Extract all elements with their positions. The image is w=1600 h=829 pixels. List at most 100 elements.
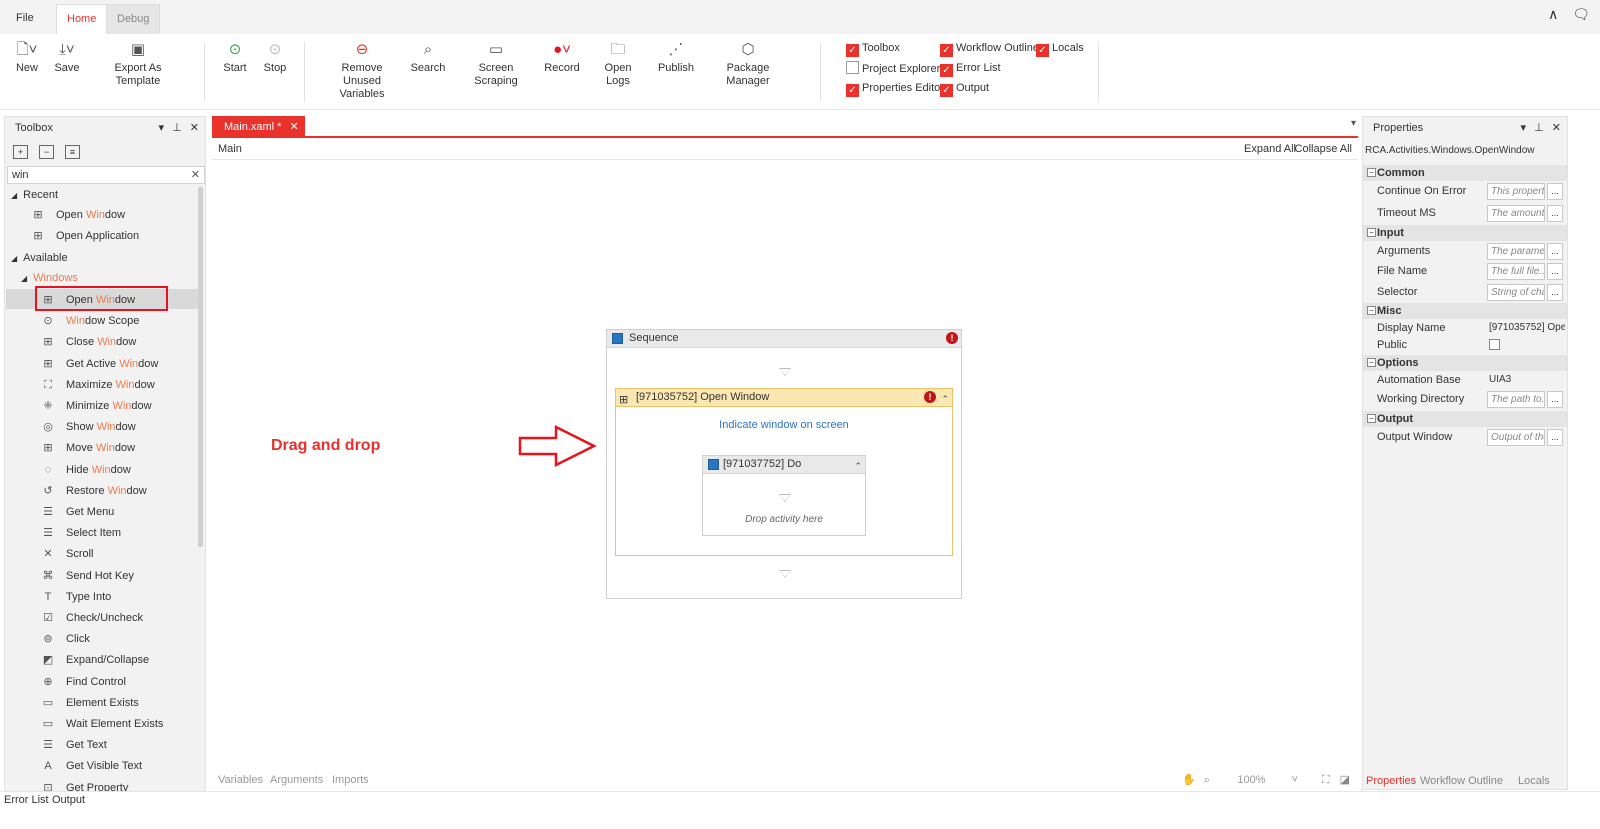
expand-all-icon[interactable]: +	[13, 145, 28, 159]
toolbox-checkbox[interactable]: ✓ Toolbox	[846, 41, 900, 57]
toolbox-item[interactable]: ☰ Get Text	[41, 735, 107, 755]
tree-node-available[interactable]: ◢ Available	[11, 248, 68, 268]
toolbox-item[interactable]: ✕ Scroll	[41, 544, 93, 564]
search-button[interactable]: ⌕ Search	[410, 40, 446, 75]
save-button[interactable]: ⤓˅ Save	[54, 40, 80, 75]
do-header[interactable]: [971037752] Do ⌃	[703, 456, 865, 474]
toolbox-scrollbar[interactable]	[198, 187, 203, 547]
project-explorer-checkbox[interactable]: Project Explorer	[846, 61, 940, 77]
new-button[interactable]: 🗋˅ New	[14, 40, 40, 75]
property-input[interactable]: The full file...	[1487, 263, 1545, 280]
record-button[interactable]: ●˅ Record	[544, 40, 580, 75]
zoom-select[interactable]: 100% ˅	[1237, 774, 1298, 786]
collapse-all-icon[interactable]: −	[39, 145, 54, 159]
ellipsis-button[interactable]: ...	[1547, 263, 1563, 280]
breadcrumb[interactable]: Main	[218, 143, 242, 155]
zoom-icon[interactable]: ⌕	[1204, 774, 1210, 786]
drop-point-icon[interactable]	[779, 368, 791, 376]
clear-search-icon[interactable]: ✕	[191, 167, 200, 183]
tab-debug[interactable]: Debug	[106, 4, 161, 34]
toolbox-item[interactable]: ☰ Get Menu	[41, 502, 114, 522]
toolbox-item[interactable]: ⊙ Window Scope	[41, 311, 139, 331]
toolbox-item[interactable]: ⁜ Minimize Window	[41, 396, 151, 416]
dropdown-icon[interactable]: ▾	[159, 122, 165, 134]
category-misc[interactable]: − Misc	[1363, 303, 1567, 319]
ellipsis-button[interactable]: ...	[1547, 183, 1563, 200]
ellipsis-button[interactable]: ...	[1547, 391, 1563, 408]
tab-locals[interactable]: Locals	[1518, 775, 1550, 787]
collapse-icon[interactable]: ⌃	[941, 391, 949, 408]
collapse-icon[interactable]: ⌃	[854, 458, 862, 475]
toolbox-item[interactable]: ☰ Select Item	[41, 523, 121, 543]
remove-unused-variables-button[interactable]: ⊖ Remove Unused Variables	[324, 40, 400, 101]
pin-icon[interactable]: ⊥	[172, 122, 182, 134]
tab-properties[interactable]: Properties	[1366, 775, 1416, 787]
property-input[interactable]: The path to...	[1487, 391, 1545, 408]
start-button[interactable]: ⊙ Start	[222, 40, 248, 75]
toolbox-item[interactable]: ⊞ Get Active Window	[41, 354, 158, 374]
output-checkbox[interactable]: ✓ Output	[940, 81, 989, 97]
open-window-header[interactable]: ⊞ [971035752] Open Window ! ⌃	[616, 389, 952, 407]
tab-overflow-icon[interactable]: ▾	[1351, 118, 1356, 129]
property-input[interactable]: String of characters...	[1487, 284, 1545, 301]
toolbox-search-input[interactable]: win ✕	[7, 166, 205, 184]
screen-scraping-button[interactable]: ▭ Screen Scraping	[458, 40, 534, 88]
publish-button[interactable]: ⋰ Publish	[656, 40, 696, 75]
toolbox-item[interactable]: ▭ Wait Element Exists	[41, 714, 164, 734]
toolbox-item[interactable]: ☑ Check/Uncheck	[41, 608, 143, 628]
property-input[interactable]: UIA3	[1489, 374, 1565, 385]
drop-point-icon[interactable]	[779, 570, 791, 578]
toolbox-item[interactable]: ⌘ Send Hot Key	[41, 566, 134, 586]
toolbox-item[interactable]: ⊞ Open Application	[31, 226, 139, 246]
sequence-header[interactable]: Sequence !	[607, 330, 961, 348]
toolbox-item[interactable]: ◌ Hide Window	[41, 460, 131, 480]
toolbox-item[interactable]: ⊞ Move Window	[41, 438, 135, 458]
ellipsis-button[interactable]: ...	[1547, 429, 1563, 446]
property-input[interactable]: The amount...	[1487, 205, 1545, 222]
tab-home[interactable]: Home	[56, 4, 108, 34]
ellipsis-button[interactable]: ...	[1547, 205, 1563, 222]
public-checkbox[interactable]	[1489, 339, 1500, 350]
toolbox-item[interactable]: T Type Into	[41, 587, 112, 607]
toolbox-item[interactable]: A Get Visible Text	[41, 756, 142, 776]
tab-variables[interactable]: Variables	[218, 774, 263, 786]
close-tab-icon[interactable]: ✕	[289, 121, 298, 133]
open-logs-button[interactable]: 🗀 Open Logs	[592, 40, 644, 88]
toolbox-item[interactable]: ⛶ Maximize Window	[41, 375, 155, 395]
indicate-window-link[interactable]: Indicate window on screen	[616, 419, 952, 431]
package-manager-button[interactable]: ⬡ Package Manager	[706, 40, 790, 88]
do-activity[interactable]: [971037752] Do ⌃ Drop activity here	[702, 455, 866, 536]
pin-icon[interactable]: ⊥	[1534, 122, 1544, 134]
toolbox-item[interactable]: ⊞ Close Window	[41, 332, 136, 352]
toolbox-item[interactable]: ↺ Restore Window	[41, 481, 146, 501]
close-icon[interactable]: ✕	[190, 122, 199, 134]
tab-main-xaml[interactable]: Main.xaml * ✕	[212, 116, 305, 138]
list-view-icon[interactable]: ≡	[65, 145, 80, 159]
error-icon[interactable]: !	[946, 332, 958, 344]
toolbox-item[interactable]: ◩ Expand/Collapse	[41, 650, 149, 670]
toolbox-item[interactable]: ⊞ Open Window	[31, 205, 125, 225]
tab-file[interactable]: File	[6, 4, 44, 34]
error-icon[interactable]: !	[924, 391, 936, 403]
designer-canvas[interactable]: Drag and drop Sequence ! ⊞ [971035752] O…	[212, 161, 1358, 773]
category-options[interactable]: − Options	[1363, 355, 1567, 371]
property-input[interactable]: Output of the...	[1487, 429, 1545, 446]
collapse-all-link[interactable]: Collapse All	[1295, 143, 1352, 155]
notification-icon[interactable]: 🗨	[1572, 6, 1590, 22]
ellipsis-button[interactable]: ...	[1547, 243, 1563, 260]
tab-output[interactable]: Output	[52, 794, 85, 806]
expand-all-link[interactable]: Expand All	[1244, 143, 1296, 155]
collapse-ribbon-icon[interactable]: ∧	[1548, 6, 1558, 22]
category-output[interactable]: − Output	[1363, 411, 1567, 427]
property-input[interactable]: This property...	[1487, 183, 1545, 200]
error-list-checkbox[interactable]: ✓ Error List	[940, 61, 1001, 77]
locals-checkbox[interactable]: ✓ Locals	[1036, 41, 1084, 57]
tab-arguments[interactable]: Arguments	[270, 774, 323, 786]
category-common[interactable]: − Common	[1363, 165, 1567, 181]
toolbox-item[interactable]: ◎ Show Window	[41, 417, 136, 437]
category-input[interactable]: − Input	[1363, 225, 1567, 241]
sequence-activity[interactable]: Sequence ! ⊞ [971035752] Open Window ! ⌃…	[606, 329, 962, 599]
overview-icon[interactable]: ◪	[1340, 774, 1350, 786]
toolbox-item[interactable]: ▭ Element Exists	[41, 693, 139, 713]
ellipsis-button[interactable]: ...	[1547, 284, 1563, 301]
